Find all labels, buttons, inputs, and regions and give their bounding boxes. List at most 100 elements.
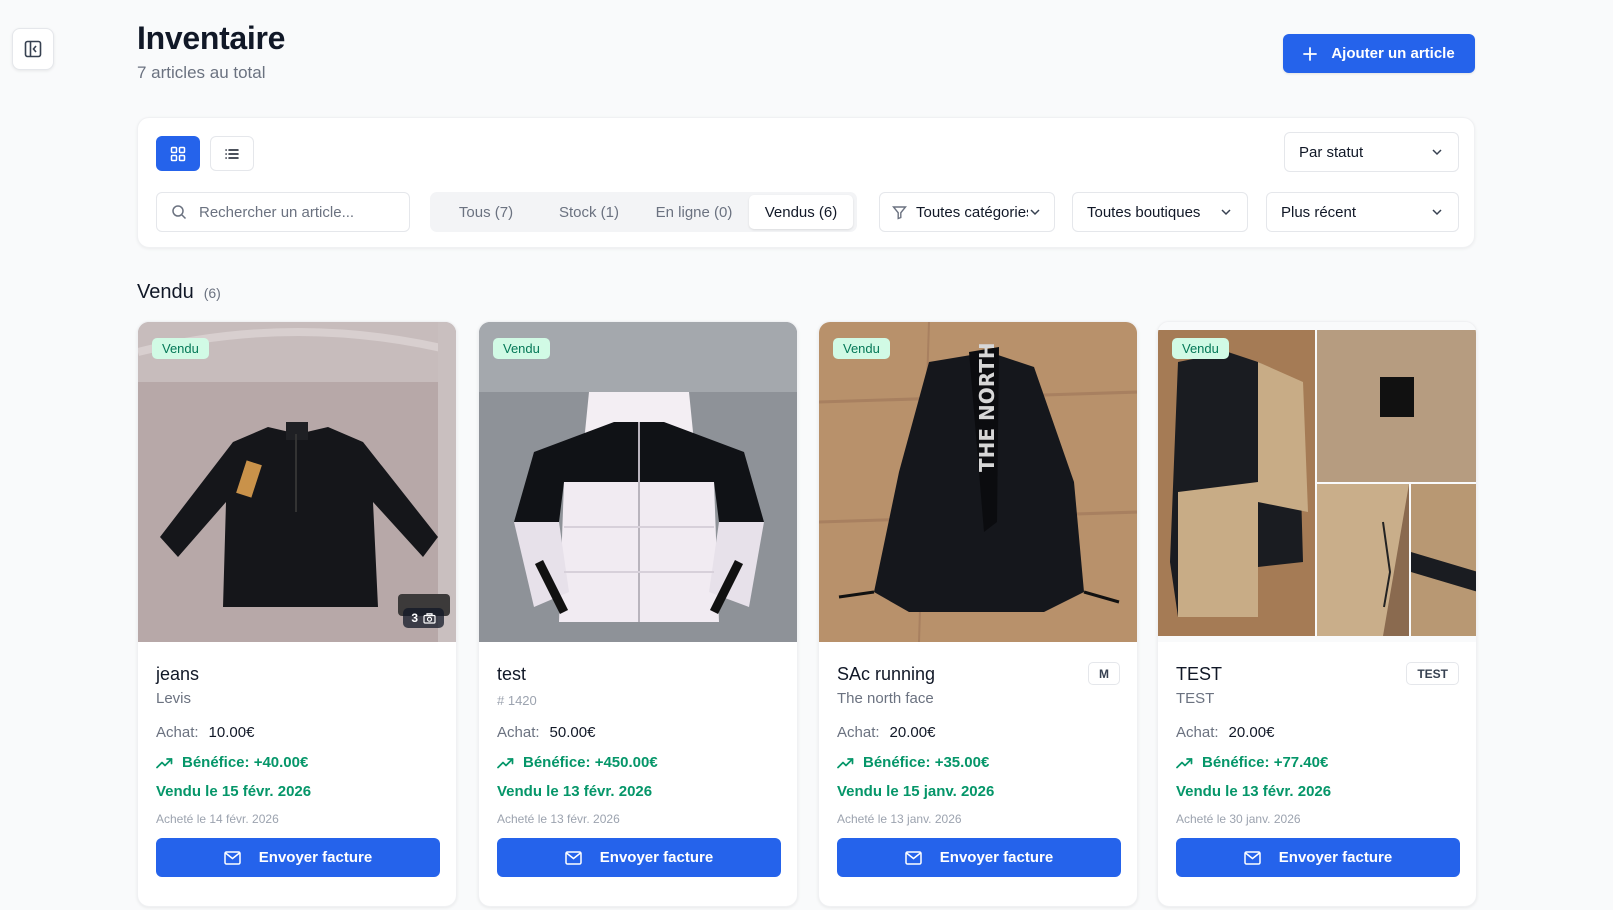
panel-collapse-icon	[24, 40, 42, 58]
section-count: (6)	[203, 285, 221, 301]
grid-icon	[170, 146, 186, 161]
sort-select[interactable]: Plus récent	[1266, 192, 1459, 232]
section-heading: Vendu (6)	[137, 281, 221, 304]
send-invoice-label: Envoyer facture	[939, 849, 1054, 866]
page-subtitle: 7 articles au total	[137, 63, 266, 82]
profit-value: Bénéfice: +77.40€	[1202, 754, 1329, 771]
article-photo[interactable]: Vendu	[1158, 322, 1476, 642]
grid-view-button[interactable]	[156, 136, 200, 171]
article-photo[interactable]: Vendu 3	[138, 322, 456, 642]
purchase-price: Achat: 20.00€	[837, 724, 935, 741]
trending-up-icon	[837, 757, 854, 768]
search-placeholder: Rechercher un article...	[199, 203, 355, 221]
add-article-label: Ajouter un article	[1331, 45, 1455, 62]
mail-icon	[905, 850, 922, 865]
puffer-jacket-photo-image	[479, 322, 797, 642]
running-bag-photo-image: THE NORTH	[819, 322, 1137, 642]
sold-date: Vendu le 15 févr. 2026	[156, 783, 312, 800]
send-invoice-button[interactable]: Envoyer facture	[497, 838, 781, 877]
article-title: jeans	[156, 664, 200, 684]
article-brand: Levis	[156, 690, 192, 707]
jacket-photo-image	[138, 322, 456, 642]
tab-stock[interactable]: Stock (1)	[539, 195, 639, 229]
category-select[interactable]: Toutes catégories	[879, 192, 1055, 232]
trending-up-icon	[497, 757, 514, 768]
chevron-down-icon	[1432, 149, 1442, 156]
status-badge: Vendu	[152, 338, 209, 359]
list-view-button[interactable]	[210, 136, 254, 171]
profit-value: Bénéfice: +40.00€	[182, 754, 309, 771]
purchase-label: Achat:	[156, 724, 199, 741]
purchase-price: Achat: 10.00€	[156, 724, 254, 741]
sort-value: Plus récent	[1281, 203, 1357, 221]
send-invoice-button[interactable]: Envoyer facture	[837, 838, 1121, 877]
profit-value: Bénéfice: +450.00€	[523, 754, 658, 771]
tab-tous[interactable]: Tous (7)	[433, 195, 539, 229]
mail-icon	[1244, 850, 1261, 865]
article-title: test	[497, 664, 527, 684]
purchase-price: Achat: 50.00€	[497, 724, 595, 741]
chevron-down-icon	[1221, 209, 1231, 216]
page-header: Inventaire 7 articles au total	[137, 20, 285, 83]
search-input[interactable]: Rechercher un article...	[156, 192, 410, 232]
shop-value: Toutes boutiques	[1087, 203, 1201, 221]
filter-icon	[892, 205, 907, 220]
purchase-label: Achat:	[497, 724, 540, 741]
profit-row: Bénéfice: +77.40€	[1176, 754, 1328, 771]
page-title: Inventaire	[137, 20, 286, 56]
article-title: TEST	[1176, 664, 1223, 684]
purchase-value: 20.00€	[889, 724, 936, 741]
article-title: SAc running	[837, 664, 936, 684]
send-invoice-button[interactable]: Envoyer facture	[1176, 838, 1460, 877]
status-badge: Vendu	[1172, 338, 1229, 359]
category-value: Toutes catégories	[916, 203, 1028, 221]
mail-icon	[565, 850, 582, 865]
tab-en-ligne[interactable]: En ligne (0)	[639, 195, 749, 229]
article-brand: The north face	[837, 690, 934, 707]
chevron-down-icon	[1432, 209, 1442, 216]
article-card[interactable]: Vendu test # 1420 Achat: 50.00€ Bénéfice:…	[478, 321, 798, 907]
article-photo[interactable]: THE NORTH Vendu	[819, 322, 1137, 642]
article-card[interactable]: Vendu TEST TEST TEST Achat: 20.00€ Bénéfi…	[1157, 321, 1477, 907]
trending-up-icon	[1176, 757, 1193, 768]
mail-icon	[224, 850, 241, 865]
send-invoice-label: Envoyer facture	[599, 849, 714, 866]
tab-vendus[interactable]: Vendus (6)	[749, 195, 853, 229]
profit-row: Bénéfice: +35.00€	[837, 754, 989, 771]
photo-count: 3	[411, 611, 418, 625]
search-icon	[172, 205, 187, 220]
article-card[interactable]: THE NORTH Vendu SAc running M The north …	[818, 321, 1138, 907]
sidebar-toggle-button[interactable]	[12, 28, 54, 70]
profit-row: Bénéfice: +450.00€	[497, 754, 658, 771]
article-card[interactable]: Vendu 3 jeans Levis Achat: 10.00€ Bénéfic…	[137, 321, 457, 907]
sold-date: Vendu le 13 févr. 2026	[497, 783, 653, 800]
bought-date: Acheté le 13 janv. 2026	[837, 812, 962, 826]
group-by-value: Par statut	[1299, 143, 1364, 161]
status-tabs: Tous (7) Stock (1) En ligne (0) Vendus (…	[430, 192, 857, 232]
purchase-label: Achat:	[1176, 724, 1219, 741]
profit-value: Bénéfice: +35.00€	[863, 754, 990, 771]
send-invoice-label: Envoyer facture	[1278, 849, 1393, 866]
bought-date: Acheté le 13 févr. 2026	[497, 812, 620, 826]
shop-select[interactable]: Toutes boutiques	[1072, 192, 1248, 232]
bought-date: Acheté le 30 janv. 2026	[1176, 812, 1301, 826]
photo-count-badge: 3	[403, 608, 444, 628]
size-badge: M	[1088, 662, 1120, 685]
article-photo[interactable]: Vendu	[479, 322, 797, 642]
filter-panel: Par statut Rechercher un article... Tous…	[137, 117, 1475, 248]
purchase-value: 50.00€	[549, 724, 596, 741]
purchase-label: Achat:	[837, 724, 880, 741]
size-badge: TEST	[1406, 662, 1459, 685]
sold-date: Vendu le 15 janv. 2026	[837, 783, 995, 800]
status-badge: Vendu	[493, 338, 550, 359]
list-icon	[225, 148, 239, 159]
add-article-button[interactable]: Ajouter un article	[1283, 34, 1475, 73]
article-reference: # 1420	[497, 693, 537, 708]
send-invoice-button[interactable]: Envoyer facture	[156, 838, 440, 877]
article-brand: TEST	[1176, 690, 1215, 707]
purchase-value: 10.00€	[208, 724, 255, 741]
chevron-down-icon	[1030, 209, 1040, 216]
send-invoice-label: Envoyer facture	[258, 849, 373, 866]
group-by-select[interactable]: Par statut	[1284, 132, 1459, 172]
sold-date: Vendu le 13 févr. 2026	[1176, 783, 1332, 800]
